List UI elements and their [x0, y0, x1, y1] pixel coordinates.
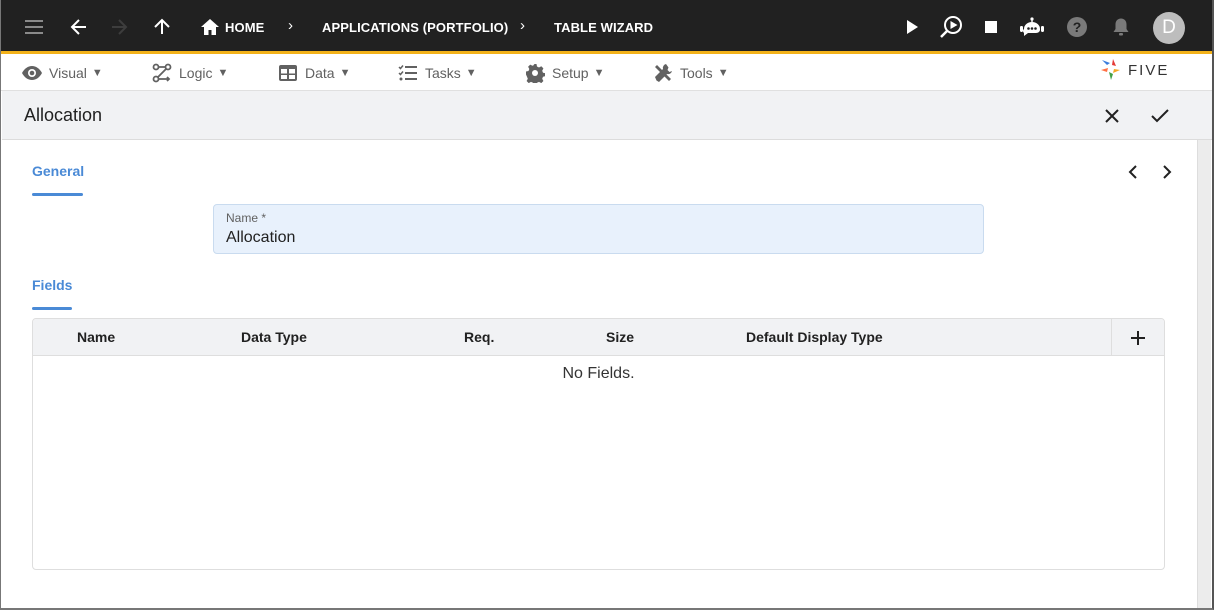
tab-fields-indicator — [32, 307, 72, 310]
fields-table-header: Name Data Type Req. Size Default Display… — [33, 319, 1164, 356]
tools-icon — [652, 62, 674, 84]
eye-icon — [21, 62, 43, 84]
form-title: Allocation — [24, 105, 103, 125]
menu-setup[interactable]: Setup ▼ — [524, 62, 604, 84]
caret-down-icon: ▼ — [717, 67, 729, 79]
close-icon — [1105, 109, 1119, 123]
content-scrollbar[interactable] — [1197, 140, 1211, 608]
home-icon[interactable] — [197, 14, 223, 40]
table-icon — [277, 62, 299, 84]
menu-setup-label: Setup — [552, 65, 589, 81]
menu-logic[interactable]: Logic ▼ — [151, 62, 228, 84]
notification-bell-icon[interactable] — [1108, 14, 1134, 40]
forward-arrow-icon[interactable] — [106, 14, 132, 40]
menu-tasks[interactable]: Tasks ▼ — [397, 62, 477, 84]
menu-visual[interactable]: Visual ▼ — [21, 62, 103, 84]
menu-logic-label: Logic — [179, 65, 213, 81]
column-header-size[interactable]: Size — [606, 329, 634, 345]
chevron-right-icon — [1163, 165, 1172, 179]
menu-tools-label: Tools — [680, 65, 713, 81]
breadcrumb-home[interactable]: HOME — [225, 20, 264, 35]
breadcrumb-separator-icon: › — [520, 17, 525, 34]
tab-general[interactable]: General — [32, 163, 84, 179]
breadcrumb-applications[interactable]: APPLICATIONS (PORTFOLIO) — [322, 20, 508, 35]
tab-fields[interactable]: Fields — [32, 277, 72, 293]
name-field-value[interactable]: Allocation — [226, 229, 295, 247]
chat-bot-icon[interactable] — [1019, 14, 1045, 40]
tab-general-indicator — [32, 193, 83, 196]
check-icon — [1151, 109, 1169, 123]
caret-down-icon: ▼ — [465, 67, 477, 79]
name-field-label: Name * — [226, 211, 267, 225]
cancel-button[interactable] — [1099, 103, 1125, 129]
caret-down-icon: ▼ — [339, 67, 351, 79]
checklist-icon — [397, 62, 419, 84]
play-icon[interactable] — [899, 14, 925, 40]
back-arrow-icon[interactable] — [66, 14, 92, 40]
debug-run-icon[interactable] — [938, 14, 964, 40]
next-record-button[interactable] — [1157, 162, 1177, 182]
caret-down-icon: ▼ — [91, 67, 103, 79]
caret-down-icon: ▼ — [593, 67, 605, 79]
breadcrumb-separator-icon: › — [288, 17, 293, 34]
add-field-button[interactable] — [1111, 319, 1164, 356]
fields-table: Name Data Type Req. Size Default Display… — [32, 318, 1165, 570]
chevron-left-icon — [1128, 165, 1137, 179]
previous-record-button[interactable] — [1123, 162, 1143, 182]
column-header-required[interactable]: Req. — [464, 329, 494, 345]
stop-icon[interactable] — [978, 14, 1004, 40]
top-app-bar: HOME › APPLICATIONS (PORTFOLIO) › TABLE … — [1, 0, 1212, 54]
help-icon[interactable]: ? — [1064, 14, 1090, 40]
form-content: General Name * Allocation Fields Name Da… — [2, 140, 1197, 608]
five-logo-text: FIVE — [1128, 61, 1170, 79]
column-header-name[interactable]: Name — [77, 329, 115, 345]
column-header-default-display-type[interactable]: Default Display Type — [746, 329, 883, 345]
menu-visual-label: Visual — [49, 65, 87, 81]
svg-text:?: ? — [1073, 19, 1082, 35]
menu-icon[interactable] — [21, 14, 47, 40]
caret-down-icon: ▼ — [217, 67, 229, 79]
column-header-data-type[interactable]: Data Type — [241, 329, 307, 345]
form-header: Allocation — [2, 91, 1212, 140]
five-logo-mark-icon — [1101, 59, 1120, 80]
main-menu-bar: Visual ▼ Logic ▼ Data ▼ Tasks ▼ Setup ▼ … — [1, 54, 1212, 91]
menu-tools[interactable]: Tools ▼ — [652, 62, 729, 84]
empty-table-message: No Fields. — [562, 365, 635, 382]
menu-tasks-label: Tasks — [425, 65, 461, 81]
breadcrumb-table-wizard[interactable]: TABLE WIZARD — [554, 20, 653, 35]
gear-icon — [524, 62, 546, 84]
save-button[interactable] — [1147, 103, 1173, 129]
menu-data-label: Data — [305, 65, 335, 81]
five-logo: FIVE — [1100, 57, 1169, 83]
user-avatar[interactable]: D — [1153, 12, 1185, 44]
up-arrow-icon[interactable] — [149, 14, 175, 40]
plus-icon — [1131, 330, 1145, 345]
menu-data[interactable]: Data ▼ — [277, 62, 350, 84]
app-window: HOME › APPLICATIONS (PORTFOLIO) › TABLE … — [0, 0, 1214, 610]
name-field[interactable]: Name * Allocation — [213, 204, 984, 254]
logic-flow-icon — [151, 62, 173, 84]
